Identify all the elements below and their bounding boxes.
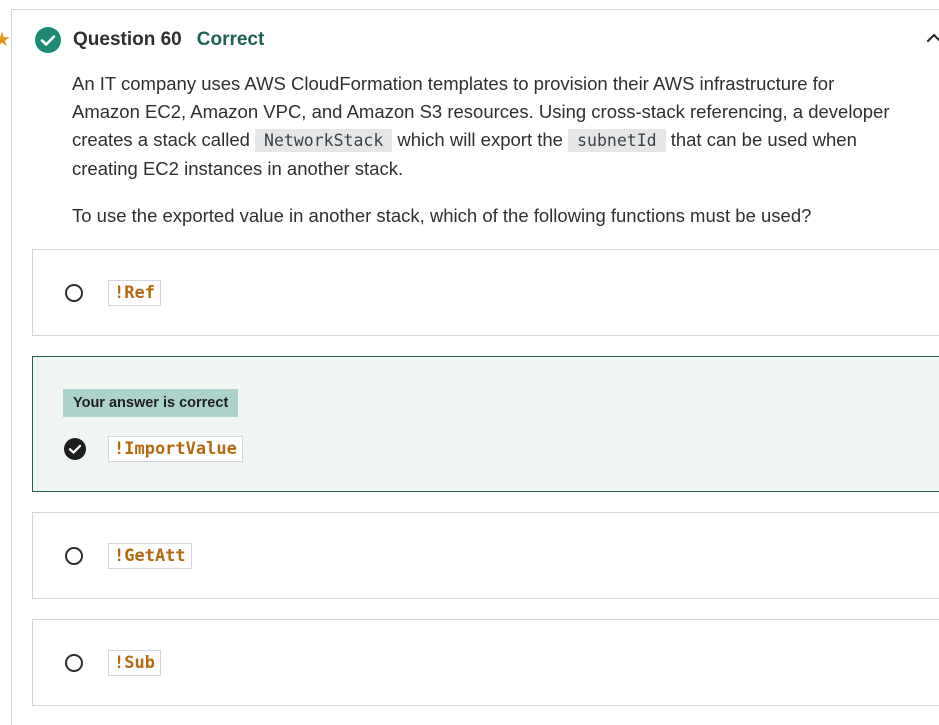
- answer-option-sub[interactable]: !Sub: [32, 619, 939, 706]
- question-prompt: To use the exported value in another sta…: [72, 205, 812, 226]
- answer-option-ref[interactable]: !Ref: [32, 249, 939, 336]
- radio-checked-icon[interactable]: [64, 438, 86, 460]
- answer-option-importvalue[interactable]: Your answer is correct !ImportValue: [32, 356, 939, 492]
- question-line: creates a stack called NetworkStack whic…: [72, 126, 939, 155]
- option-code: !ImportValue: [108, 436, 243, 462]
- question-line: creating EC2 instances in another stack.: [72, 158, 404, 179]
- quiz-review-page: ★ Question 60 Correct An IT company uses…: [0, 0, 939, 725]
- question-line: Amazon EC2, Amazon VPC, and Amazon S3 re…: [72, 101, 890, 122]
- inline-code-networkstack: NetworkStack: [255, 129, 393, 152]
- correct-answer-badge: Your answer is correct: [63, 389, 239, 417]
- question-text-fragment: that can be used when: [670, 129, 857, 150]
- option-code: !GetAtt: [108, 543, 192, 569]
- question-card: Question 60 Correct An IT company uses A…: [11, 9, 939, 725]
- question-status: Correct: [196, 29, 265, 50]
- option-code: !Sub: [108, 650, 161, 676]
- question-text-fragment: creates a stack called: [72, 129, 250, 150]
- question-header: Question 60 Correct: [35, 27, 264, 53]
- inline-code-subnetid: subnetId: [568, 129, 666, 152]
- option-code: !Ref: [108, 280, 161, 306]
- check-circle-icon: [35, 27, 61, 53]
- question-line: An IT company uses AWS CloudFormation te…: [72, 73, 835, 94]
- question-number: Question 60: [73, 29, 182, 50]
- answer-option-getatt[interactable]: !GetAtt: [32, 512, 939, 599]
- radio-unchecked-icon[interactable]: [65, 547, 83, 565]
- question-text: An IT company uses AWS CloudFormation te…: [72, 70, 939, 183]
- radio-unchecked-icon[interactable]: [65, 284, 83, 302]
- chevron-up-icon[interactable]: [926, 30, 939, 46]
- radio-unchecked-icon[interactable]: [65, 654, 83, 672]
- question-text-fragment: which will export the: [397, 129, 563, 150]
- star-icon[interactable]: ★: [0, 30, 11, 50]
